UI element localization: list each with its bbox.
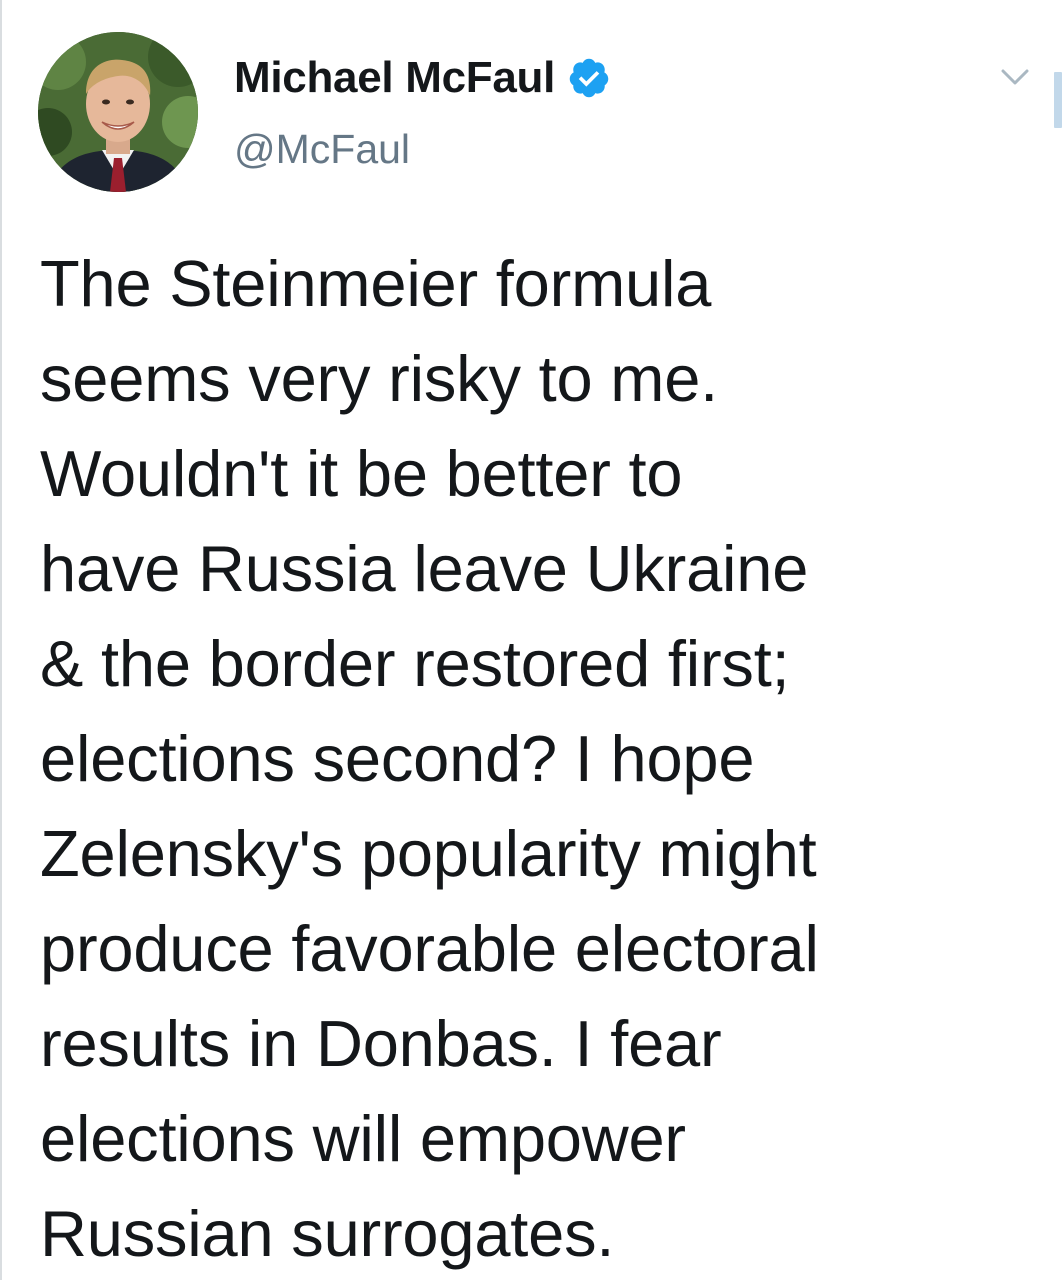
tweet-text-line: The Steinmeier formula <box>40 247 712 320</box>
tweet-text: The Steinmeier formula seems very risky … <box>40 236 1040 1280</box>
tweet-text-line: Wouldn't it be better to <box>40 437 683 510</box>
verified-badge-icon <box>567 56 611 100</box>
tweet-text-line: elections will empower <box>40 1102 686 1175</box>
avatar[interactable] <box>38 32 198 192</box>
tweet-text-line: results in Donbas. I fear <box>40 1007 722 1080</box>
tweet-text-line: have Russia leave Ukraine <box>40 532 809 605</box>
chevron-down-icon[interactable] <box>998 62 1032 92</box>
tweet-text-line: Russian surrogates. <box>40 1197 615 1270</box>
author-handle[interactable]: @McFaul <box>234 126 410 173</box>
tweet-text-line: produce favorable electoral <box>40 912 819 985</box>
author-display-name[interactable]: Michael McFaul <box>234 53 555 103</box>
tweet-card: Michael McFaul @McFaul The Steinmeier fo… <box>0 0 1063 1280</box>
author-name-row[interactable]: Michael McFaul <box>234 50 611 106</box>
tweet-text-line: elections second? I hope <box>40 722 755 795</box>
avatar-photo-icon <box>38 32 198 192</box>
tweet-text-line: seems very risky to me. <box>40 342 719 415</box>
tweet-text-line: Zelensky's popularity might <box>40 817 817 890</box>
tweet-text-line: & the border restored first; <box>40 627 790 700</box>
scrollbar-edge <box>1054 72 1062 128</box>
